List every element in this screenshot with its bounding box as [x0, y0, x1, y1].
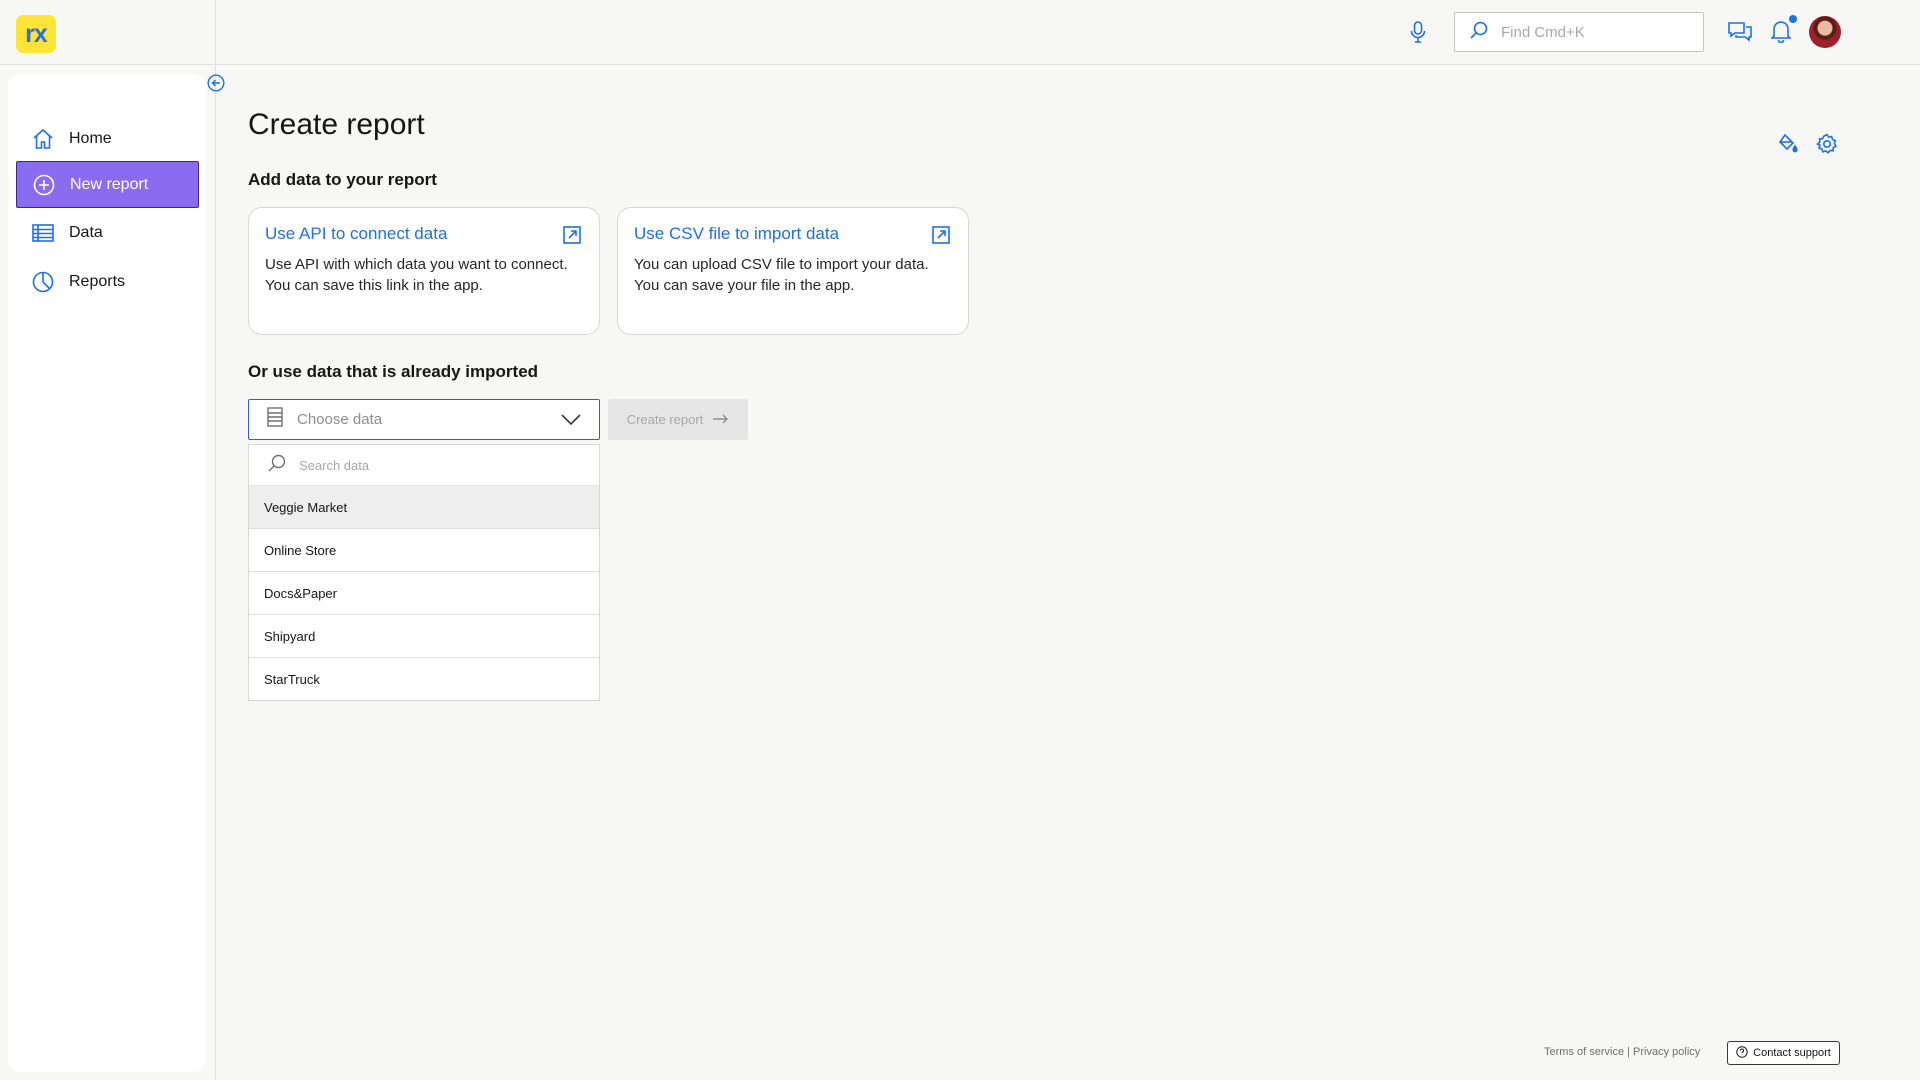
card-desc-line: You can upload CSV file to import your d… — [634, 256, 929, 273]
contact-support-label: Contact support — [1753, 1047, 1831, 1059]
api-connect-card[interactable]: Use API to connect data Use API with whi… — [248, 207, 600, 335]
chevron-down-icon[interactable] — [561, 411, 581, 432]
sidebar-item-label: New report — [70, 175, 149, 193]
data-dropdown: Veggie Market Online Store Docs&Paper Sh… — [248, 444, 600, 701]
search-icon — [267, 453, 287, 478]
create-report-label: Create report — [626, 412, 704, 427]
sidebar-item-home[interactable]: Home — [16, 115, 199, 162]
card-description: Use API with which data you want to conn… — [265, 254, 583, 296]
search-data-input[interactable] — [299, 457, 579, 473]
app-logo[interactable]: rx — [16, 15, 56, 53]
card-desc-line: Use API with which data you want to conn… — [265, 256, 568, 273]
collapse-sidebar-icon[interactable] — [207, 74, 225, 92]
sidebar-item-reports[interactable]: Reports — [16, 258, 199, 305]
card-desc-line: You can save this link in the app. — [265, 277, 483, 294]
table-icon — [32, 222, 54, 244]
database-icon — [267, 407, 283, 432]
add-data-heading: Add data to your report — [248, 170, 437, 189]
dropdown-option[interactable]: Docs&Paper — [249, 572, 599, 615]
card-title[interactable]: Use API to connect data — [265, 224, 583, 244]
microphone-icon[interactable] — [1408, 20, 1428, 44]
global-search[interactable] — [1454, 12, 1704, 52]
chat-icon[interactable] — [1728, 20, 1752, 44]
logo-text: rx — [25, 19, 48, 48]
notification-badge — [1789, 15, 1797, 23]
add-circle-icon — [33, 174, 55, 196]
arrow-right-icon — [713, 412, 729, 427]
sidebar: Home New report Data Reports — [8, 74, 206, 1072]
page-title: Create report — [248, 108, 425, 141]
contact-support-button[interactable]: Contact support — [1727, 1041, 1840, 1065]
dropdown-option[interactable]: Veggie Market — [249, 486, 599, 529]
external-link-icon[interactable] — [932, 226, 950, 244]
search-input[interactable] — [1501, 23, 1691, 41]
help-icon — [1736, 1045, 1748, 1061]
dropdown-option[interactable]: StarTruck — [249, 658, 599, 700]
search-icon — [1469, 20, 1489, 45]
external-link-icon[interactable] — [563, 226, 581, 244]
bell-icon[interactable] — [1770, 18, 1792, 44]
sidebar-item-label: Home — [69, 129, 112, 147]
sidebar-divider — [215, 0, 216, 1080]
dropdown-option[interactable]: Shipyard — [249, 615, 599, 658]
dropdown-option[interactable]: Online Store — [249, 529, 599, 572]
card-title[interactable]: Use CSV file to import data — [634, 224, 952, 244]
dropdown-search[interactable] — [249, 445, 599, 486]
sidebar-item-label: Data — [69, 223, 103, 241]
home-icon — [32, 128, 54, 150]
sidebar-item-label: Reports — [69, 272, 126, 290]
choose-data-select[interactable]: Choose data — [248, 399, 600, 440]
existing-data-heading: Or use data that is already imported — [248, 362, 539, 381]
gear-icon[interactable] — [1816, 133, 1838, 155]
csv-import-card[interactable]: Use CSV file to import data You can uplo… — [617, 207, 969, 335]
select-placeholder: Choose data — [297, 411, 383, 428]
top-bar: rx — [0, 0, 1920, 65]
avatar[interactable] — [1809, 16, 1841, 48]
card-desc-line: You can save your file in the app. — [634, 277, 855, 294]
pie-chart-icon — [32, 271, 54, 293]
sidebar-item-new-report[interactable]: New report — [16, 161, 199, 208]
card-description: You can upload CSV file to import your d… — [634, 254, 952, 296]
create-report-button[interactable]: Create report — [608, 399, 748, 440]
footer-links[interactable]: Terms of service | Privacy policy — [1544, 1046, 1700, 1058]
paint-bucket-icon[interactable] — [1776, 133, 1798, 155]
sidebar-item-data[interactable]: Data — [16, 209, 199, 256]
